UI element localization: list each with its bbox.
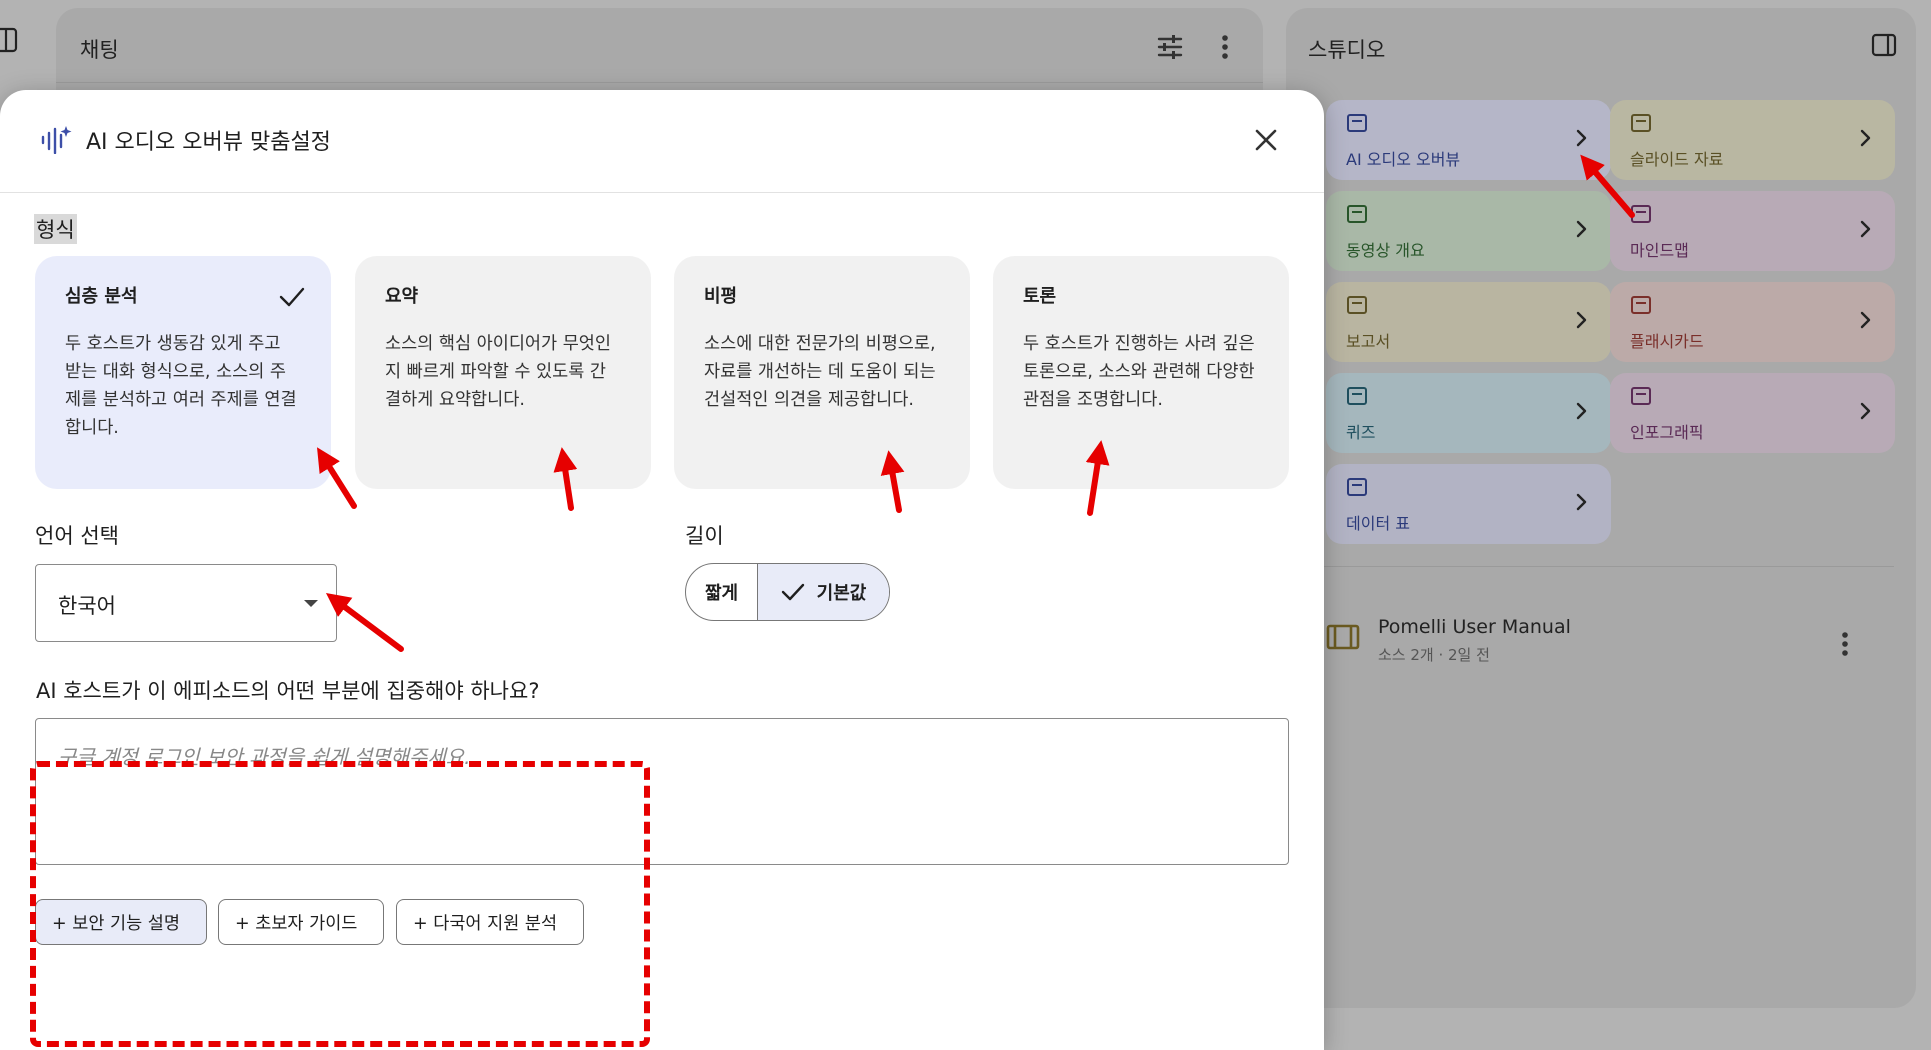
report-icon <box>1347 296 1367 314</box>
customize-dialog: AI 오디오 오버뷰 맞춤설정 형식 심층 분석두 호스트가 생동감 있게 주고… <box>0 90 1324 1050</box>
dialog-title: AI 오디오 오버뷰 맞춤설정 <box>86 130 331 155</box>
tune-icon[interactable] <box>1157 35 1183 59</box>
format-card-description: 두 호스트가 생동감 있게 주고 받는 대화 형식으로, 소스의 주제를 분석하… <box>65 334 297 438</box>
source-item[interactable]: Pomelli User Manual 소스 2개 · 2일 전 <box>1326 608 1876 668</box>
studio-tile-label: 데이터 표 <box>1346 514 1410 533</box>
suggestion-chip[interactable]: + 초보자 가이드 <box>218 899 384 945</box>
chevron-right-icon <box>1860 220 1871 238</box>
dialog-header: AI 오디오 오버뷰 맞춤설정 <box>0 90 1324 193</box>
chevron-right-icon <box>1576 220 1587 238</box>
format-card[interactable]: 심층 분석두 호스트가 생동감 있게 주고 받는 대화 형식으로, 소스의 주제… <box>35 256 331 489</box>
studio-tile-label: 슬라이드 자료 <box>1630 150 1724 169</box>
studio-tile[interactable]: 마인드맵 <box>1610 191 1895 271</box>
source-title: Pomelli User Manual <box>1378 616 1571 638</box>
studio-tile[interactable]: 퀴즈 <box>1326 373 1611 453</box>
slides-icon <box>1631 114 1651 132</box>
chat-header: 채팅 <box>56 8 1263 83</box>
format-card-description: 소스의 핵심 아이디어가 무엇인지 빠르게 파악할 수 있도록 간결하게 요약합… <box>385 334 611 410</box>
suggestion-chip[interactable]: + 보안 기능 설명 <box>35 899 207 945</box>
format-card-description: 두 호스트가 진행하는 사려 깊은 토론으로, 소스와 관련해 다양한 관점을 … <box>1023 334 1255 410</box>
focus-placeholder: 구글 계정 로그인 보안 과정을 쉽게 설명해주세요. <box>58 745 471 769</box>
studio-title: 스튜디오 <box>1308 38 1386 62</box>
length-default-label: 기본값 <box>816 583 867 604</box>
studio-tile[interactable]: 슬라이드 자료 <box>1610 100 1895 180</box>
check-icon <box>781 583 804 601</box>
check-icon <box>279 287 305 307</box>
studio-panel: 스튜디오 AI 오디오 오버뷰 슬라이드 자료동영상 개요 마인드맵보고서 플래시카드… <box>1286 8 1916 1008</box>
audio-spark-icon <box>41 126 72 154</box>
studio-tile[interactable]: 보고서 <box>1326 282 1611 362</box>
length-short-button[interactable]: 짧게 <box>686 564 758 620</box>
close-icon[interactable] <box>1254 128 1278 152</box>
language-label: 언어 선택 <box>35 524 119 548</box>
studio-tile-label: 동영상 개요 <box>1346 241 1425 260</box>
caret-down-icon <box>304 600 318 607</box>
format-card-title: 요약 <box>385 286 419 307</box>
focus-textarea[interactable]: 구글 계정 로그인 보안 과정을 쉽게 설명해주세요. <box>35 718 1289 865</box>
suggestion-chip[interactable]: + 다국어 지원 분석 <box>396 899 584 945</box>
panel-toggle-icon[interactable] <box>0 26 20 54</box>
studio-tile-label: 보고서 <box>1346 332 1391 351</box>
studio-tile-label: 플래시카드 <box>1630 332 1704 351</box>
studio-tile[interactable]: 동영상 개요 <box>1326 191 1611 271</box>
quiz-icon <box>1347 387 1367 405</box>
language-select[interactable]: 한국어 <box>35 564 337 642</box>
slides-icon <box>1326 624 1360 650</box>
table-icon <box>1347 478 1367 496</box>
more-vert-icon[interactable] <box>1841 631 1849 657</box>
format-card-title: 비평 <box>704 286 738 307</box>
format-card[interactable]: 토론두 호스트가 진행하는 사려 깊은 토론으로, 소스와 관련해 다양한 관점… <box>993 256 1289 489</box>
chevron-right-icon <box>1576 493 1587 511</box>
format-card-title: 토론 <box>1023 286 1057 307</box>
studio-tile-label: AI 오디오 오버뷰 <box>1346 150 1461 169</box>
studio-divider <box>1308 566 1894 567</box>
studio-tile-label: 인포그래픽 <box>1630 423 1704 442</box>
studio-tile-label: 퀴즈 <box>1346 423 1376 442</box>
chevron-right-icon <box>1576 311 1587 329</box>
length-segmented-control: 짧게 기본값 <box>685 563 890 621</box>
length-label: 길이 <box>685 524 724 548</box>
more-vert-icon[interactable] <box>1221 34 1229 60</box>
format-section-label: 형식 <box>34 214 77 244</box>
studio-tile-label: 마인드맵 <box>1630 241 1689 260</box>
length-short-label: 짧게 <box>704 583 739 604</box>
chevron-right-icon <box>1860 311 1871 329</box>
focus-question-label: AI 호스트가 이 에피소드의 어떤 부분에 집중해야 하나요? <box>36 679 540 703</box>
chevron-right-icon <box>1576 402 1587 420</box>
studio-tile[interactable]: AI 오디오 오버뷰 <box>1326 100 1611 180</box>
chat-title: 채팅 <box>80 38 119 62</box>
format-card-description: 소스에 대한 전문가의 비평으로, 자료를 개선하는 데 도움이 되는 건설적인… <box>704 334 936 410</box>
format-card-title: 심층 분석 <box>65 286 138 307</box>
panel-toggle-icon[interactable] <box>1870 31 1898 59</box>
studio-tile[interactable]: 플래시카드 <box>1610 282 1895 362</box>
source-meta: 소스 2개 · 2일 전 <box>1378 646 1490 664</box>
language-value: 한국어 <box>58 594 116 618</box>
format-card[interactable]: 비평소스에 대한 전문가의 비평으로, 자료를 개선하는 데 도움이 되는 건설… <box>674 256 970 489</box>
video-icon <box>1347 205 1367 223</box>
chevron-right-icon <box>1860 129 1871 147</box>
chevron-right-icon <box>1576 129 1587 147</box>
chevron-right-icon <box>1860 402 1871 420</box>
studio-tile[interactable]: 데이터 표 <box>1326 464 1611 544</box>
length-default-button[interactable]: 기본값 <box>758 564 889 620</box>
mindmap-icon <box>1631 205 1651 223</box>
format-card[interactable]: 요약소스의 핵심 아이디어가 무엇인지 빠르게 파악할 수 있도록 간결하게 요… <box>355 256 651 489</box>
audio-spark-icon <box>1347 114 1367 132</box>
flashcard-icon <box>1631 296 1651 314</box>
infographic-icon <box>1631 387 1651 405</box>
studio-tile[interactable]: 인포그래픽 <box>1610 373 1895 453</box>
